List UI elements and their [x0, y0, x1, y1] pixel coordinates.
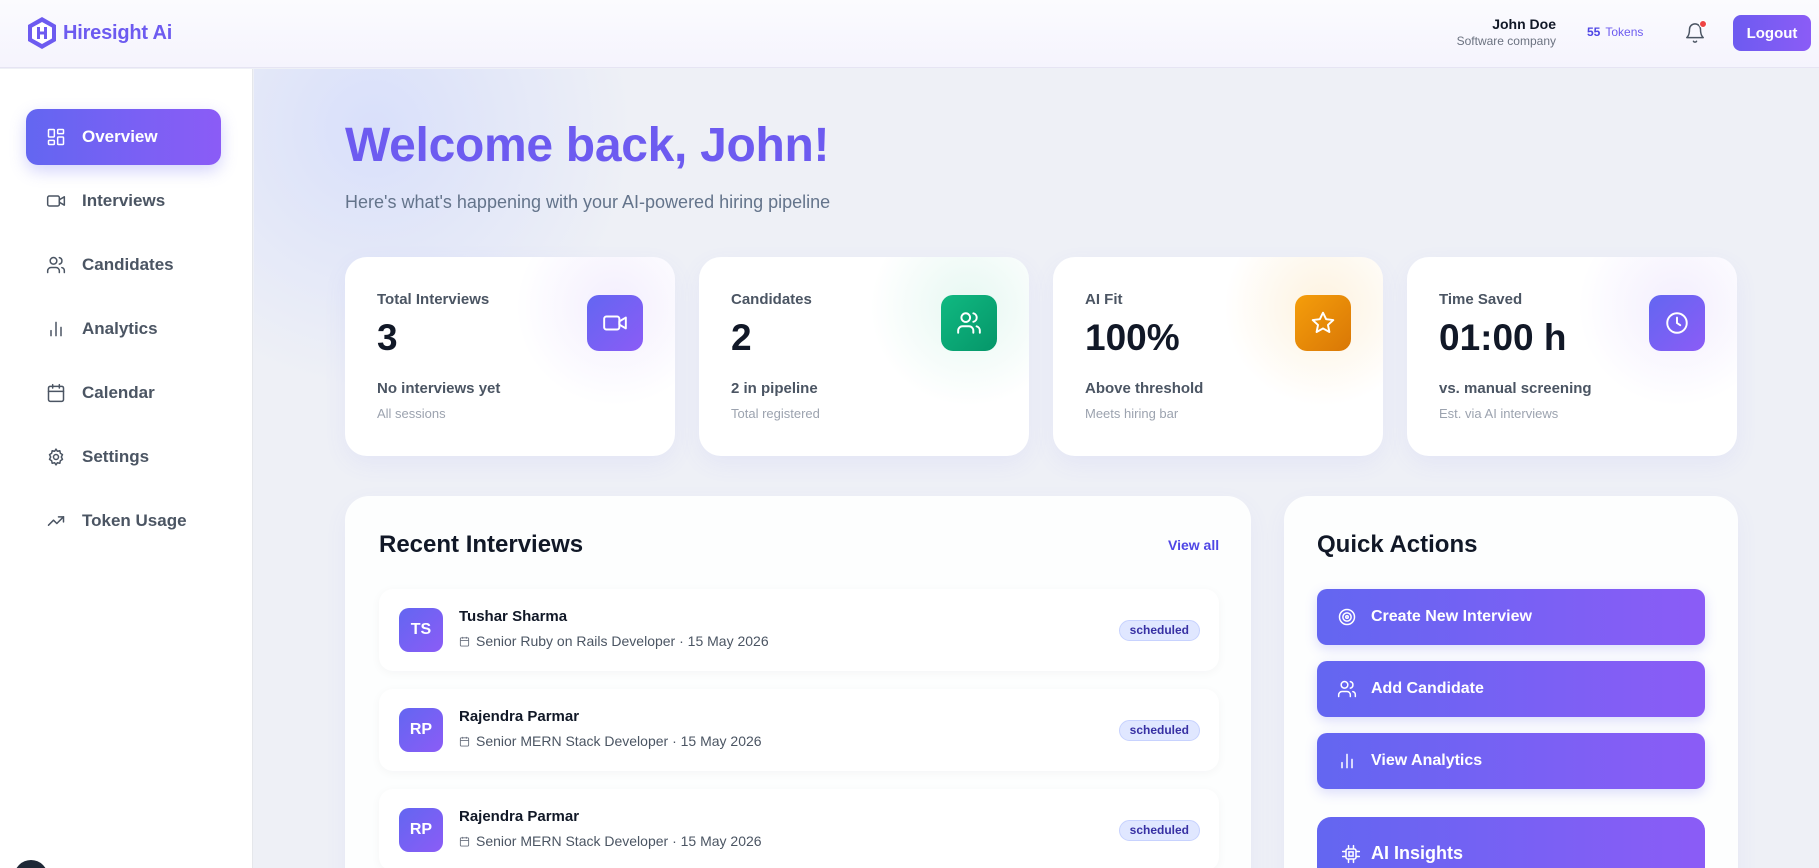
candidate-name: Rajendra Parmar [459, 808, 580, 825]
token-label: Tokens [1605, 25, 1644, 39]
view-analytics-button[interactable]: View Analytics [1317, 733, 1705, 789]
stat-label: Time Saved [1439, 291, 1523, 308]
sidebar-item-calendar[interactable]: Calendar [26, 365, 221, 421]
sidebar-item-label: Candidates [82, 255, 174, 274]
button-label: Add Candidate [1371, 680, 1484, 697]
token-balance[interactable]: 55 Tokens [1587, 25, 1643, 39]
candidate-name: Tushar Sharma [459, 608, 568, 625]
star-icon [1295, 295, 1351, 351]
user-info: John Doe Software company [1457, 16, 1556, 49]
interview-meta: Senior MERN Stack Developer · 15 May 202… [459, 733, 762, 749]
trending-up-icon [47, 516, 65, 526]
users-icon [1337, 680, 1357, 698]
stat-label: Total Interviews [377, 291, 490, 308]
quick-actions-title: Quick Actions [1317, 531, 1478, 558]
calendar-icon [459, 636, 470, 647]
sidebar-item-label: Analytics [82, 319, 158, 338]
interview-meta: Senior MERN Stack Developer · 15 May 202… [459, 833, 762, 849]
video-icon [46, 195, 66, 207]
avatar: RP [399, 708, 443, 752]
avatar: TS [399, 608, 443, 652]
sidebar-item-interviews[interactable]: Interviews [26, 173, 221, 229]
button-label: Create New Interview [1371, 608, 1532, 625]
stat-note: Above threshold [1085, 380, 1204, 397]
ai-insights-label: AI Insights [1371, 843, 1464, 863]
users-icon [46, 256, 66, 274]
interview-meta: Senior Ruby on Rails Developer · 15 May … [459, 633, 769, 649]
interview-role-date: Senior MERN Stack Developer · 15 May 202… [476, 833, 762, 849]
stat-sub: Est. via AI interviews [1439, 406, 1559, 421]
stat-card-ai-fit: AI Fit 100% Above threshold Meets hiring… [1053, 257, 1383, 456]
interview-row[interactable]: RP Rajendra Parmar Senior MERN Stack Dev… [379, 789, 1219, 868]
notification-dot [1699, 20, 1707, 28]
bar-chart-icon [50, 321, 62, 337]
stat-card-time-saved: Time Saved 01:00 h vs. manual screening … [1407, 257, 1737, 456]
calendar-icon [459, 836, 470, 847]
sidebar-item-label: Settings [82, 447, 150, 466]
hexagon-logo-icon [28, 17, 56, 49]
stat-value: 2 [731, 317, 752, 358]
logout-button[interactable]: Logout [1733, 15, 1811, 51]
view-all-link[interactable]: View all [1168, 537, 1219, 553]
stat-card-total-interviews: Total Interviews 3 No interviews yet All… [345, 257, 675, 456]
stat-note: 2 in pipeline [731, 380, 818, 397]
users-icon [941, 295, 997, 351]
interview-row[interactable]: RP Rajendra Parmar Senior MERN Stack Dev… [379, 689, 1219, 771]
calendar-icon [47, 383, 65, 403]
sidebar-item-label: Overview [82, 127, 158, 146]
page-title: Welcome back, John! [345, 119, 830, 172]
sidebar-item-token-usage[interactable]: Token Usage [26, 493, 221, 549]
status-badge: scheduled [1118, 820, 1200, 841]
calendar-icon [459, 736, 470, 747]
interview-row[interactable]: TS Tushar Sharma Senior Ruby on Rails De… [379, 589, 1219, 671]
sidebar-item-label: Calendar [82, 383, 155, 402]
sidebar-item-settings[interactable]: Settings [26, 429, 221, 485]
stat-label: AI Fit [1085, 291, 1123, 308]
avatar: RP [399, 808, 443, 852]
stat-sub: Meets hiring bar [1085, 406, 1179, 421]
interview-role-date: Senior Ruby on Rails Developer · 15 May … [476, 633, 769, 649]
sidebar-item-overview[interactable]: Overview [26, 109, 221, 165]
add-candidate-button[interactable]: Add Candidate [1317, 661, 1705, 717]
recent-interviews-title: Recent Interviews [379, 531, 584, 558]
status-badge: scheduled [1118, 720, 1200, 741]
stat-value: 01:00 h [1439, 317, 1567, 358]
stat-label: Candidates [731, 291, 812, 308]
candidate-name: Rajendra Parmar [459, 708, 580, 725]
sidebar-item-analytics[interactable]: Analytics [26, 301, 221, 357]
sidebar: Overview Interviews Candidates Analytics… [0, 69, 253, 868]
interview-role-date: Senior MERN Stack Developer · 15 May 202… [476, 733, 762, 749]
sidebar-item-label: Interviews [82, 191, 166, 210]
user-name: John Doe [1492, 16, 1556, 32]
create-new-interview-button[interactable]: Create New Interview [1317, 589, 1705, 645]
stat-sub: All sessions [377, 406, 446, 421]
stat-value: 3 [377, 317, 398, 358]
sidebar-item-label: Token Usage [82, 511, 187, 530]
ai-insights-card[interactable]: AI Insights [1317, 817, 1705, 868]
sidebar-item-candidates[interactable]: Candidates [26, 237, 221, 293]
target-icon [1338, 608, 1356, 626]
stat-note: No interviews yet [377, 380, 501, 397]
bar-chart-icon [1341, 753, 1353, 769]
stat-card-candidates: Candidates 2 2 in pipeline Total registe… [699, 257, 1029, 456]
stat-sub: Total registered [731, 406, 820, 421]
stat-note: vs. manual screening [1439, 380, 1592, 397]
page-subtitle: Here's what's happening with your AI-pow… [345, 192, 831, 212]
token-count: 55 [1587, 25, 1601, 39]
top-header: Hiresight Ai John Doe Software company 5… [0, 0, 1819, 68]
clock-icon [1649, 295, 1705, 351]
gear-icon [48, 448, 64, 466]
cpu-chip-icon [1341, 844, 1361, 864]
video-icon [587, 295, 643, 351]
brand-logo[interactable]: Hiresight Ai [25, 16, 172, 50]
stat-value: 100% [1085, 317, 1180, 358]
user-company: Software company [1456, 34, 1556, 48]
button-label: View Analytics [1371, 752, 1483, 769]
grid-icon [47, 128, 65, 146]
brand-name: Hiresight Ai [63, 21, 173, 44]
status-badge: scheduled [1118, 620, 1200, 641]
